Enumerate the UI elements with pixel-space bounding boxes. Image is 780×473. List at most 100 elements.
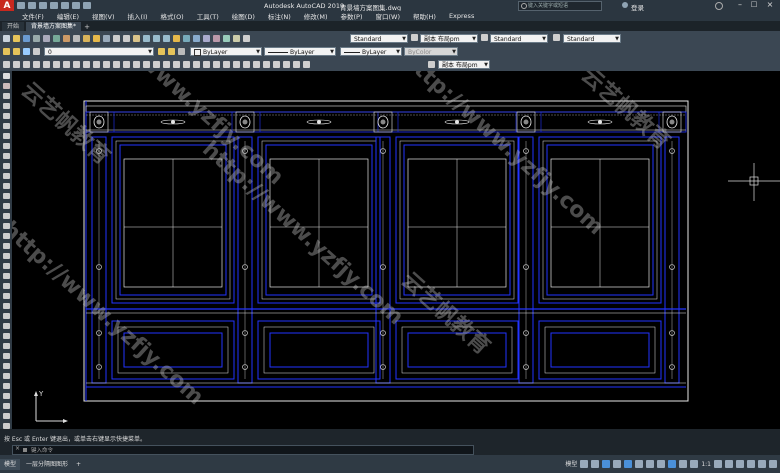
help-icon[interactable] [715,2,723,10]
menu-tools[interactable]: 工具(T) [197,11,219,21]
redo-tb-icon[interactable] [123,34,130,42]
tab-drawing[interactable]: 背景墙方案图集* [26,22,82,31]
dim-angular-icon[interactable] [73,61,80,68]
lineweight-toggle-icon[interactable] [646,460,655,468]
command-input-box[interactable]: × 键入命令 [12,445,474,455]
auto-scale-icon[interactable] [690,460,699,468]
dim-linear-icon[interactable] [3,61,10,68]
markup-icon[interactable] [213,34,220,42]
layout-tab-1[interactable]: 一层分隔图图形 [23,459,71,470]
zoom-window-icon[interactable] [153,34,160,42]
tb-more-3-icon[interactable] [283,61,290,68]
dim-update-icon[interactable] [193,61,200,68]
dim-ordinate-icon[interactable] [33,61,40,68]
quickcalc-icon[interactable] [223,34,230,42]
dim-style-2-icon[interactable] [428,61,435,68]
block-editor-icon[interactable] [103,34,110,42]
menu-express[interactable]: Express [449,12,474,20]
command-input[interactable]: 键入命令 [31,446,53,454]
cut-icon[interactable] [63,34,70,42]
paste-icon[interactable] [83,34,90,42]
tb-more-1-icon[interactable] [263,61,270,68]
dim-jogged-icon[interactable] [53,61,60,68]
extend-icon[interactable] [2,373,10,379]
zoom-previous-icon[interactable] [163,34,170,42]
mleader-style-icon[interactable] [553,34,560,41]
menu-help[interactable]: 帮助(H) [413,11,436,21]
menu-format[interactable]: 格式(O) [161,11,184,21]
search-box[interactable]: 键入关键字或短语 [518,1,602,11]
center-mark-icon[interactable] [143,61,150,68]
insert-block-icon[interactable] [2,183,10,189]
menu-view[interactable]: 视图(V) [92,11,115,21]
cmd-wrench-icon[interactable] [23,448,27,452]
scale-icon[interactable] [2,343,10,349]
xline-icon[interactable] [2,83,10,89]
clean-screen-icon[interactable] [758,460,766,468]
dim-arc-icon[interactable] [23,61,30,68]
table-icon[interactable] [2,243,10,249]
rotate-icon[interactable] [2,333,10,339]
menu-modify[interactable]: 修改(M) [304,11,328,21]
undo-tb-icon[interactable] [113,34,120,42]
dim-text-edit-icon[interactable] [183,61,190,68]
transparency-icon[interactable] [657,460,666,468]
join-icon[interactable] [2,393,10,399]
hardware-accel-icon[interactable] [747,460,755,468]
drawing-canvas[interactable]: Y http://www.yzfjy.com http://www.yzfjy.… [12,71,780,429]
table-style-select[interactable]: Standard ▼ [490,34,548,43]
plus-icon[interactable] [725,460,733,468]
dim-edit-icon[interactable] [173,61,180,68]
menu-window[interactable]: 窗口(W) [375,11,400,21]
dim-baseline-icon[interactable] [93,61,100,68]
user-icon[interactable] [622,2,628,8]
offset-icon[interactable] [2,303,10,309]
quick-dim-icon[interactable] [83,61,90,68]
make-current-layer-icon[interactable] [158,48,165,55]
ellipse-icon[interactable] [2,163,10,169]
dim-break-icon[interactable] [123,61,130,68]
properties-icon[interactable] [173,34,180,42]
add-layout-icon[interactable]: + [74,459,83,470]
selection-cycling-icon[interactable] [668,460,677,468]
qnew-icon[interactable] [3,34,10,42]
jogged-linear-icon[interactable] [163,61,170,68]
dim-style-select[interactable]: 副本 布局pm ▼ [420,34,478,43]
stretch-icon[interactable] [2,353,10,359]
tool-palettes-icon[interactable] [193,34,200,42]
linetype-select[interactable]: ByLayer ▼ [264,47,336,56]
move-icon[interactable] [2,323,10,329]
sun-icon[interactable] [23,48,30,55]
tb-more-5-icon[interactable] [303,61,310,68]
layer-previous-icon[interactable] [168,48,175,55]
model-space-button[interactable]: 模型 [565,459,577,470]
tab-start[interactable]: 开始 [2,22,25,31]
isolate-icon[interactable] [736,460,744,468]
menu-draw[interactable]: 绘图(D) [232,11,255,21]
explode-icon[interactable] [253,61,260,68]
new-tab-icon[interactable]: + [83,23,91,31]
revcloud-icon[interactable] [2,143,10,149]
polar-icon[interactable] [613,460,622,468]
save-icon[interactable] [39,2,47,9]
preview-icon[interactable] [43,34,50,42]
collect-leader-icon[interactable] [233,61,240,68]
annotation-visibility-icon[interactable] [679,460,688,468]
layer-properties-icon[interactable] [3,48,10,55]
remove-leader-icon[interactable] [213,61,220,68]
trim-icon[interactable] [2,363,10,369]
otrack-icon[interactable] [635,460,644,468]
print-icon[interactable] [61,2,69,9]
mtext-icon[interactable] [2,253,10,259]
break-icon[interactable] [2,383,10,389]
new-icon[interactable] [17,2,25,9]
open-file-icon[interactable] [13,34,20,42]
lineweight-select[interactable]: ByLayer ▼ [340,47,402,56]
menu-dimension[interactable]: 标注(N) [268,11,291,21]
multileader-icon[interactable] [203,61,210,68]
rectangle-icon[interactable] [2,113,10,119]
customize-icon[interactable] [769,460,777,468]
color-select[interactable]: ByLayer ▼ [190,47,262,56]
menu-insert[interactable]: 插入(I) [128,11,148,21]
add-selected-icon[interactable] [2,263,10,269]
